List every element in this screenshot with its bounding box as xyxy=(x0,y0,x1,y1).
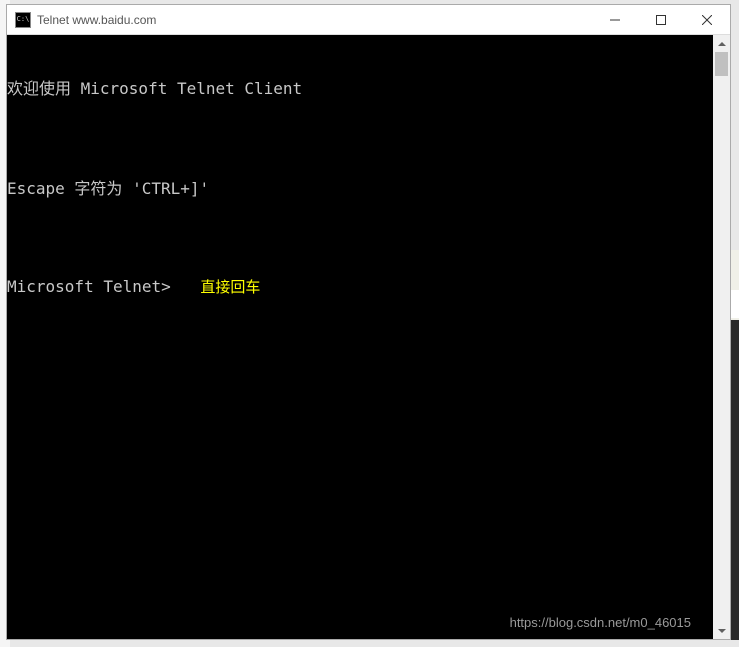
terminal-prompt: Microsoft Telnet> xyxy=(7,277,180,297)
titlebar[interactable]: C:\ Telnet www.baidu.com xyxy=(7,5,730,35)
scroll-up-button[interactable] xyxy=(713,35,730,52)
scroll-thumb[interactable] xyxy=(715,52,728,76)
terminal-output[interactable]: 欢迎使用 Microsoft Telnet Client Escape 字符为 … xyxy=(7,35,713,639)
minimize-icon xyxy=(610,15,620,25)
minimize-button[interactable] xyxy=(592,5,638,34)
maximize-icon xyxy=(656,15,666,25)
window-title: Telnet www.baidu.com xyxy=(37,13,592,27)
watermark-text: https://blog.csdn.net/m0_46015 xyxy=(510,613,691,633)
background-right-accent xyxy=(731,290,739,318)
chevron-up-icon xyxy=(718,42,726,46)
window-controls xyxy=(592,5,730,34)
maximize-button[interactable] xyxy=(638,5,684,34)
terminal-line-welcome: 欢迎使用 Microsoft Telnet Client xyxy=(7,79,713,99)
annotation-text: 直接回车 xyxy=(200,278,260,298)
terminal-line-escape: Escape 字符为 'CTRL+]' xyxy=(7,179,713,199)
scroll-down-button[interactable] xyxy=(713,622,730,639)
background-right-dark xyxy=(731,320,739,640)
telnet-window: C:\ Telnet www.baidu.com 欢迎使用 Microsoft … xyxy=(6,4,731,640)
vertical-scrollbar[interactable] xyxy=(713,35,730,639)
terminal-prompt-line: Microsoft Telnet> 直接回车 xyxy=(7,277,713,298)
scroll-track[interactable] xyxy=(713,52,730,622)
close-icon xyxy=(702,15,712,25)
terminal-area: 欢迎使用 Microsoft Telnet Client Escape 字符为 … xyxy=(7,35,730,639)
cmd-icon-text: C:\ xyxy=(17,16,30,23)
cmd-icon: C:\ xyxy=(15,12,31,28)
close-button[interactable] xyxy=(684,5,730,34)
chevron-down-icon xyxy=(718,629,726,633)
